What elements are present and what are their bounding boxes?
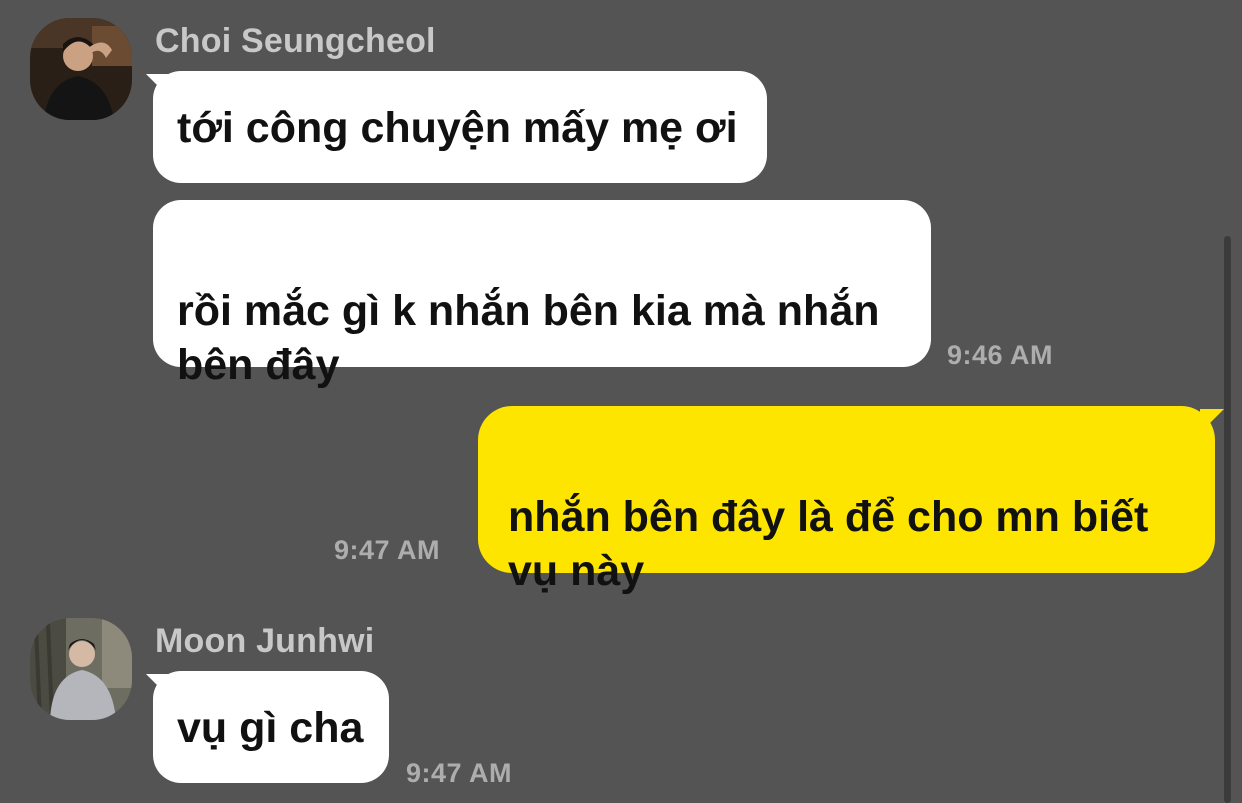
avatar-choi-seungcheol[interactable] xyxy=(30,18,132,120)
scrollbar[interactable] xyxy=(1224,236,1231,803)
message-timestamp: 9:47 AM xyxy=(406,758,513,788)
sender-name: Moon Junhwi xyxy=(155,622,375,660)
message-bubble-incoming[interactable]: vụ gì cha xyxy=(153,671,389,783)
profile-photo-icon xyxy=(30,618,132,720)
chat-view: Choi Seungcheol tới công chuyện mấy mẹ ơ… xyxy=(0,0,1242,803)
message-bubble-incoming[interactable]: tới công chuyện mấy mẹ ơi xyxy=(153,71,767,183)
profile-photo-icon xyxy=(30,18,132,120)
sender-name: Choi Seungcheol xyxy=(155,22,436,60)
message-text: vụ gì cha xyxy=(177,704,364,752)
message-bubble-incoming[interactable]: rồi mắc gì k nhắn bên kia mà nhắn bên đâ… xyxy=(153,200,931,389)
message-timestamp: 9:46 AM xyxy=(947,340,1054,370)
bubble-tail xyxy=(1200,409,1224,433)
message-timestamp: 9:47 AM xyxy=(334,535,441,565)
message-bubble-outgoing[interactable]: nhắn bên đây là để cho mn biết vụ này xyxy=(478,406,1215,595)
message-text: rồi mắc gì k nhắn bên kia mà nhắn bên đâ… xyxy=(177,287,880,389)
message-text: nhắn bên đây là để cho mn biết vụ này xyxy=(508,493,1149,595)
message-text: tới công chuyện mấy mẹ ơi xyxy=(177,104,738,152)
avatar-moon-junhwi[interactable] xyxy=(30,618,132,720)
